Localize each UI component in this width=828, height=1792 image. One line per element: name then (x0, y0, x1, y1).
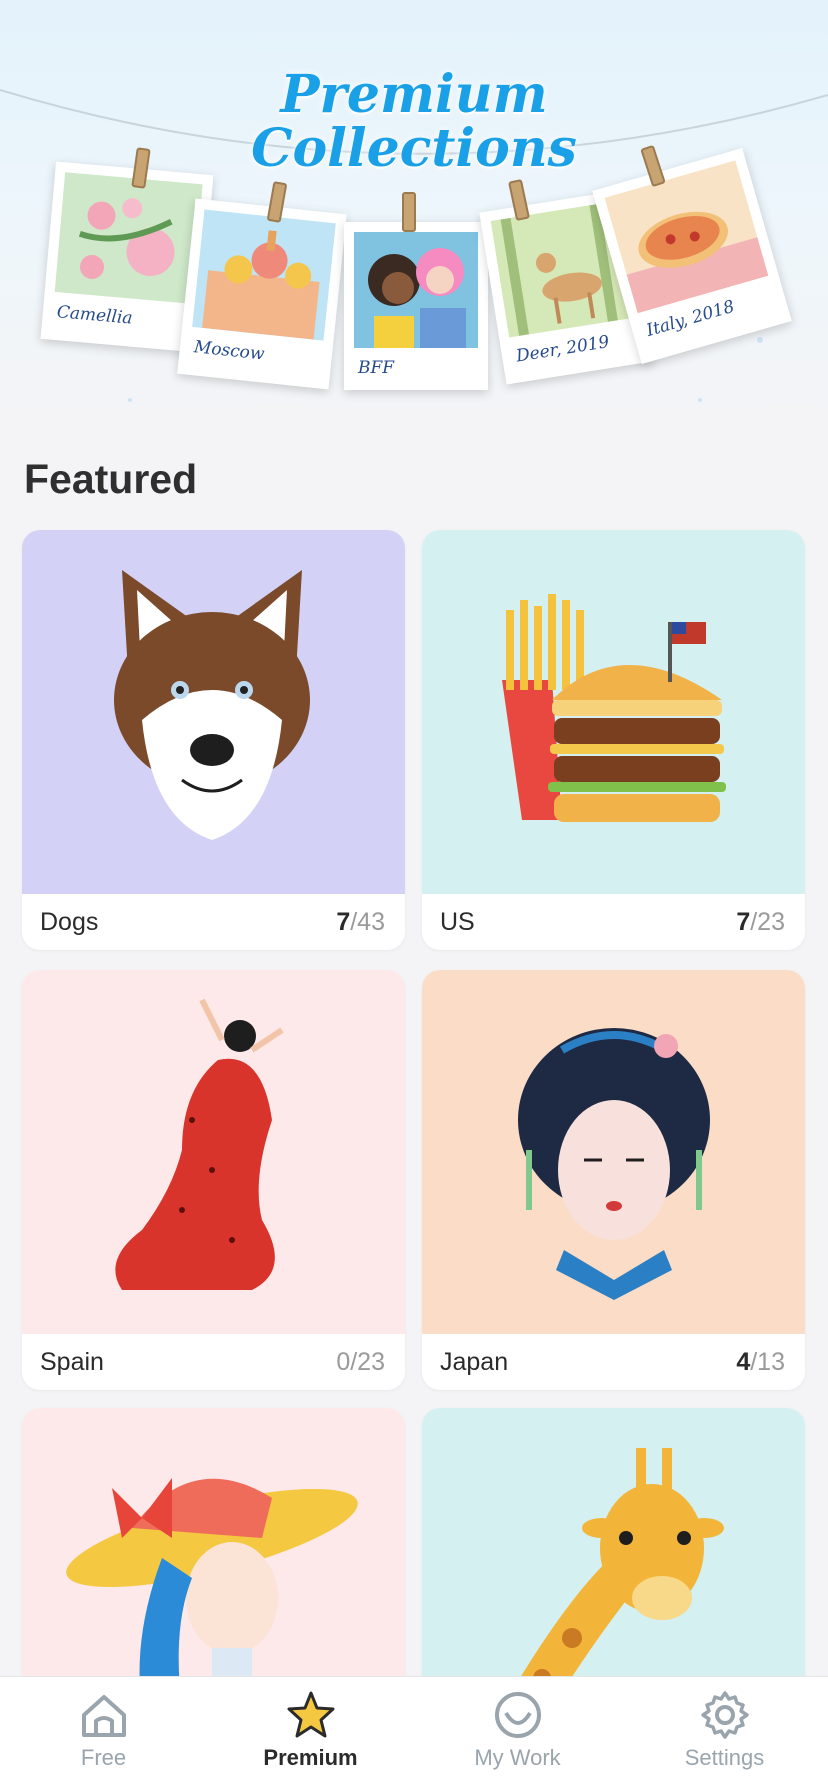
photo-caption: BFF (358, 358, 395, 378)
card-title: Spain (40, 1347, 104, 1376)
tab-label: Premium (263, 1745, 358, 1770)
card-progress: 0/23 (336, 1347, 385, 1376)
card-art (22, 530, 405, 894)
card-progress: 7/23 (736, 907, 785, 936)
smile-icon (494, 1692, 541, 1738)
home-icon (81, 1695, 126, 1737)
collection-card-japan[interactable]: Japan 4/13 (422, 970, 805, 1390)
burger-fries-icon (502, 594, 726, 822)
collection-card-us[interactable]: US 7/23 (422, 530, 805, 950)
photo-bff: BFF (344, 222, 488, 390)
flamenco-dancer-icon (115, 998, 284, 1290)
geisha-icon (518, 1028, 710, 1300)
card-title: Dogs (40, 907, 99, 936)
tab-label: Free (80, 1745, 127, 1770)
gear-icon (700, 1691, 749, 1739)
card-art (422, 970, 805, 1334)
tab-premium[interactable]: Premium (207, 1677, 414, 1792)
premium-collections-banner[interactable]: Premium Collections Camellia Moscow BFF … (0, 0, 828, 430)
star-icon (287, 1691, 334, 1738)
kremlin-icon (202, 230, 320, 340)
card-title: US (440, 907, 475, 936)
tab-settings[interactable]: Settings (621, 1677, 828, 1792)
camellia-icon (78, 198, 175, 279)
husky-icon (114, 570, 310, 840)
featured-heading: Featured (24, 456, 198, 502)
card-title: Japan (440, 1347, 509, 1376)
tab-label: My Work (474, 1745, 561, 1770)
card-art (422, 530, 805, 894)
clothespin (402, 192, 416, 232)
collection-card-dogs[interactable]: Dogs 7/43 (22, 530, 405, 950)
tab-label: Settings (684, 1745, 765, 1770)
card-progress: 4/13 (736, 1347, 785, 1376)
tab-free[interactable]: Free (0, 1677, 207, 1792)
tab-my-work[interactable]: My Work (414, 1677, 621, 1792)
collection-card-spain[interactable]: Spain 0/23 (22, 970, 405, 1390)
friends-icon (368, 248, 466, 348)
bottom-tab-bar: Free Premium My Work Settings (0, 1676, 828, 1792)
photo-moscow: Moscow (177, 198, 347, 390)
card-progress: 7/43 (336, 907, 385, 936)
card-art (22, 970, 405, 1334)
